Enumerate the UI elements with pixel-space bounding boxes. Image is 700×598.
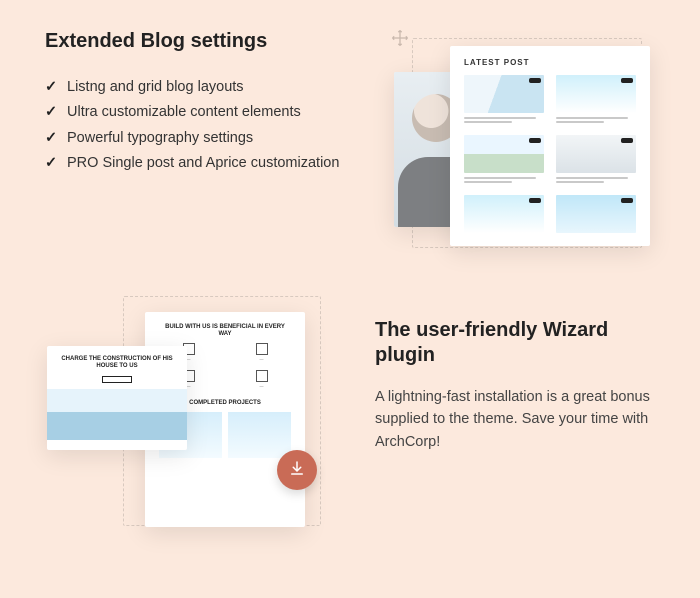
hero-card-title: CHARGE THE CONSTRUCTION OF HIS HOUSE TO … (57, 356, 177, 370)
feature-item: Listng and grid blog layouts (45, 75, 380, 100)
bottom-preview-graphic: BUILD WITH US IS BENEFICIAL IN EVERY WAY… (45, 310, 335, 550)
latest-post-label: LATEST POST (464, 58, 636, 67)
post-item (464, 135, 544, 185)
service-icon-item: — (232, 343, 291, 361)
top-heading: Extended Blog settings (45, 30, 380, 53)
post-grid (464, 75, 636, 233)
feature-list: Listng and grid blog layouts Ultra custo… (45, 75, 380, 177)
bottom-body: A lightning-fast installation is a great… (375, 386, 655, 453)
top-preview-graphic: LATEST POST (400, 30, 660, 255)
post-item (464, 195, 544, 233)
preview-blog-card: LATEST POST (450, 46, 650, 246)
download-badge[interactable] (277, 450, 317, 490)
post-thumb (556, 75, 636, 113)
post-thumb (464, 195, 544, 233)
post-item (556, 75, 636, 125)
services-hero-title: BUILD WITH US IS BENEFICIAL IN EVERY WAY (159, 324, 291, 337)
bottom-text-block: The user-friendly Wizard plugin A lightn… (375, 310, 655, 453)
service-icon-item: — (232, 370, 291, 388)
post-item (556, 135, 636, 185)
gallery-thumb (228, 412, 291, 458)
post-thumb (464, 135, 544, 173)
hero-card-button (102, 376, 132, 384)
preview-hero-card: CHARGE THE CONSTRUCTION OF HIS HOUSE TO … (47, 346, 187, 450)
post-item (556, 195, 636, 233)
top-section: Extended Blog settings Listng and grid b… (45, 30, 660, 255)
top-text-block: Extended Blog settings Listng and grid b… (45, 30, 380, 255)
post-item (464, 75, 544, 125)
post-thumb (464, 75, 544, 113)
download-icon (288, 459, 306, 482)
post-thumb (556, 195, 636, 233)
feature-item: Ultra customizable content elements (45, 100, 380, 125)
bottom-section: BUILD WITH US IS BENEFICIAL IN EVERY WAY… (45, 310, 655, 550)
feature-item: PRO Single post and Aprice customization (45, 151, 380, 176)
post-thumb (556, 135, 636, 173)
hero-card-image (47, 389, 187, 440)
feature-item: Powerful typography settings (45, 126, 380, 151)
bottom-heading: The user-friendly Wizard plugin (375, 318, 655, 368)
move-icon (390, 28, 410, 53)
